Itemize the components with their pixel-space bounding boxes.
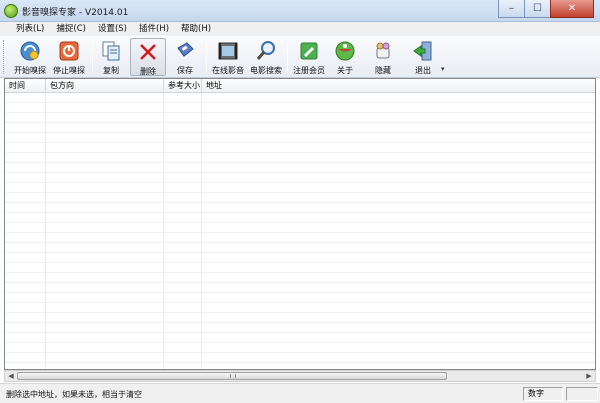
toolbar-grip[interactable] xyxy=(3,40,6,74)
window-controls: – ☐ ✕ xyxy=(498,0,594,18)
copy-label: 复制 xyxy=(103,66,119,75)
save-label: 保存 xyxy=(177,66,193,75)
column-divider xyxy=(45,93,46,369)
exit-button[interactable]: 退出 xyxy=(408,38,438,76)
stop-sniff-label: 停止嗅探 xyxy=(53,66,85,75)
scroll-thumb-grip xyxy=(230,374,236,378)
toolbar: 开始嗅探 停止嗅探 复制 删除 保存 在线影音 电影搜索 注册会员 关于 隐藏 … xyxy=(0,36,600,78)
hide-label: 隐藏 xyxy=(375,66,391,75)
title-bar: 影音嗅探专家 - V2014.01 – ☐ ✕ xyxy=(0,0,600,22)
column-header-address[interactable]: 地址 xyxy=(202,79,595,93)
status-bar: 删除选中地址，如果未选，相当于清空 数字 xyxy=(0,383,600,403)
column-header-size[interactable]: 参考大小 xyxy=(164,79,202,93)
hide-button[interactable]: 隐藏 xyxy=(368,38,398,76)
menu-help[interactable]: 帮助(H) xyxy=(175,22,217,36)
scroll-thumb[interactable] xyxy=(17,372,447,380)
horizontal-scrollbar[interactable]: ◀ ▶ xyxy=(4,370,596,382)
hide-icon xyxy=(372,40,394,62)
close-button[interactable]: ✕ xyxy=(550,0,594,18)
start-sniff-button[interactable]: 开始嗅探 xyxy=(10,38,50,76)
minimize-button[interactable]: – xyxy=(498,0,524,18)
save-button[interactable]: 保存 xyxy=(170,38,200,76)
toolbar-separator xyxy=(287,42,288,72)
search-icon xyxy=(255,40,277,62)
status-message: 删除选中地址，如果未选，相当于清空 xyxy=(6,390,142,399)
delete-label: 删除 xyxy=(140,67,156,76)
exit-label: 退出 xyxy=(415,66,431,75)
menu-list[interactable]: 列表(L) xyxy=(10,22,50,36)
column-header-time[interactable]: 时间 xyxy=(5,79,46,93)
register-icon xyxy=(298,40,320,62)
table-header: 时间 包方向 参考大小 地址 xyxy=(5,79,595,93)
toolbar-separator xyxy=(92,42,93,72)
toolbar-separator xyxy=(206,42,207,72)
register-button[interactable]: 注册会员 xyxy=(291,38,327,76)
stop-sniff-icon xyxy=(58,40,80,62)
copy-button[interactable]: 复制 xyxy=(96,38,126,76)
about-button[interactable]: 关于 xyxy=(332,38,358,76)
app-logo-icon xyxy=(4,4,18,18)
online-video-icon xyxy=(217,40,239,62)
column-divider xyxy=(163,93,164,369)
scroll-left-arrow-icon[interactable]: ◀ xyxy=(5,371,17,381)
column-divider xyxy=(201,93,202,369)
register-label: 注册会员 xyxy=(293,66,325,75)
online-video-label: 在线影音 xyxy=(212,66,244,75)
movie-search-button[interactable]: 电影搜索 xyxy=(248,38,284,76)
start-sniff-icon xyxy=(19,40,41,62)
exit-icon xyxy=(412,40,434,62)
delete-icon xyxy=(137,41,159,63)
menu-bar: 列表(L) 捕捉(C) 设置(S) 插件(H) 帮助(H) xyxy=(0,22,600,36)
column-header-direction[interactable]: 包方向 xyxy=(46,79,164,93)
copy-icon xyxy=(100,40,122,62)
movie-search-label: 电影搜索 xyxy=(250,66,282,75)
about-icon xyxy=(334,40,356,62)
status-panel-empty xyxy=(566,387,598,401)
delete-button[interactable]: 删除 xyxy=(130,38,166,76)
stop-sniff-button[interactable]: 停止嗅探 xyxy=(50,38,88,76)
window-title: 影音嗅探专家 - V2014.01 xyxy=(22,8,129,18)
menu-settings[interactable]: 设置(S) xyxy=(92,22,133,36)
online-video-button[interactable]: 在线影音 xyxy=(210,38,246,76)
menu-capture[interactable]: 捕捉(C) xyxy=(50,22,92,36)
about-label: 关于 xyxy=(337,66,353,75)
status-panel-numlock: 数字 xyxy=(523,387,563,401)
scroll-right-arrow-icon[interactable]: ▶ xyxy=(583,371,595,381)
maximize-button[interactable]: ☐ xyxy=(524,0,550,18)
menu-plugins[interactable]: 插件(H) xyxy=(133,22,175,36)
capture-list[interactable]: 时间 包方向 参考大小 地址 xyxy=(4,78,596,370)
start-sniff-label: 开始嗅探 xyxy=(14,66,46,75)
toolbar-overflow-chevron-icon[interactable]: ▾ xyxy=(441,65,445,73)
save-icon xyxy=(174,40,196,62)
table-body xyxy=(5,93,595,369)
